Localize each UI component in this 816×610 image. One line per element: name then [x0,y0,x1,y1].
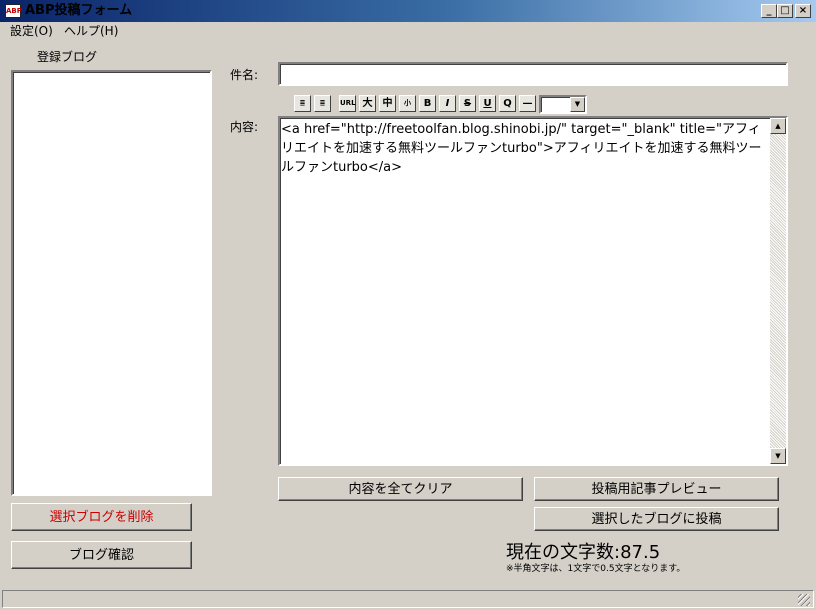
font-medium-icon[interactable]: 中 [379,95,396,112]
menu-settings[interactable]: 設定(O) [10,24,53,38]
delete-blog-button[interactable]: 選択ブログを削除 [11,503,192,531]
align-right-icon[interactable]: ≣ [314,95,331,112]
font-small-icon[interactable]: 小 [399,95,416,112]
font-large-icon[interactable]: 大 [359,95,376,112]
post-button[interactable]: 選択したブログに投稿 [534,507,779,531]
close-button[interactable]: × [795,4,811,18]
minimize-button[interactable]: _ [761,4,777,18]
content-scrollbar[interactable] [770,118,786,464]
content-label: 内容: [230,120,259,134]
horizontal-rule-icon[interactable]: — [519,95,536,112]
blog-confirm-button[interactable]: ブログ確認 [11,541,192,569]
url-icon[interactable]: URL [339,95,356,112]
italic-icon[interactable]: I [439,95,456,112]
app-icon: ABP [5,4,22,18]
resize-grip-icon[interactable] [798,594,810,606]
maximize-button[interactable]: □ [777,4,793,18]
quote-icon[interactable]: Q [499,95,516,112]
status-bar [2,590,814,608]
char-count: 現在の文字数:87.5 [506,542,661,563]
color-select[interactable]: ▼ [539,95,587,114]
registered-blogs-label: 登録ブログ [37,50,98,64]
align-left-icon[interactable]: ≣ [294,95,311,112]
window-title: ABP投稿フォーム [25,3,133,18]
subject-label: 件名: [230,68,259,82]
preview-button[interactable]: 投稿用記事プレビュー [534,477,779,501]
blog-list[interactable] [11,70,212,496]
chevron-down-icon[interactable]: ▼ [570,97,585,112]
menu-help[interactable]: ヘルプ(H) [64,24,118,38]
bold-icon[interactable]: B [419,95,436,112]
subject-input[interactable] [278,62,788,86]
underline-icon[interactable]: U [479,95,496,112]
scroll-up-icon[interactable]: ▲ [770,118,786,134]
scroll-down-icon[interactable]: ▼ [770,448,786,464]
strike-icon[interactable]: S [459,95,476,112]
char-count-note: ※半角文字は、1文字で0.5文字となります。 [506,564,686,574]
clear-content-button[interactable]: 内容を全てクリア [278,477,523,501]
content-text[interactable]: <a href="http://freetoolfan.blog.shinobi… [281,120,767,177]
